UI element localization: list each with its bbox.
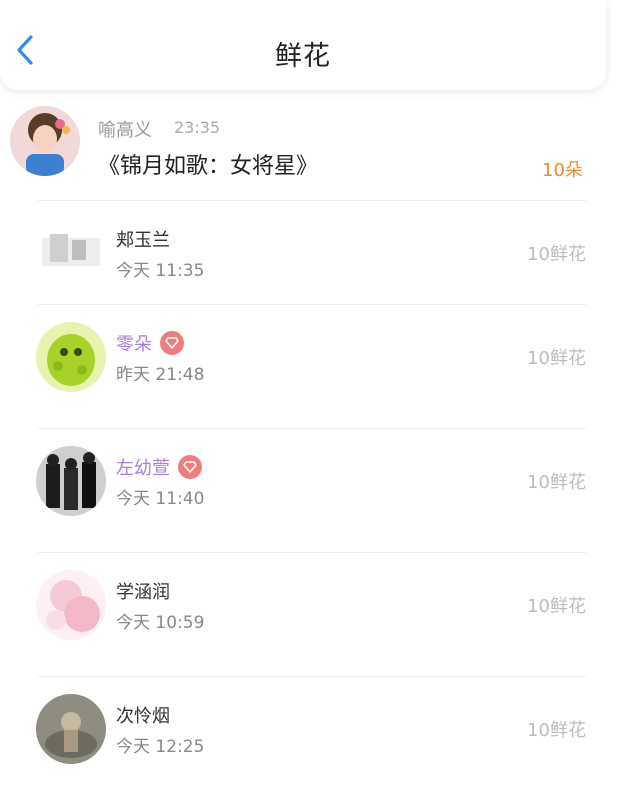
nav-header: 鲜花: [0, 0, 606, 90]
avatar[interactable]: [36, 446, 106, 516]
divider: [38, 428, 586, 429]
divider: [38, 552, 586, 553]
flower-amount: 10鲜花: [527, 244, 586, 265]
user-name[interactable]: 次怜烟: [116, 702, 170, 728]
book-title[interactable]: 《锦月如歌：女将星》: [98, 148, 318, 180]
list-item[interactable]: 学涵润 今天 10:59 10鲜花: [0, 552, 606, 676]
divider: [38, 200, 586, 201]
user-name[interactable]: 学涵润: [116, 578, 170, 604]
timestamp: 今天 11:35: [116, 261, 205, 281]
user-name[interactable]: 左幼萱: [116, 454, 202, 480]
timestamp: 今天 11:40: [116, 489, 205, 509]
flower-amount: 10鲜花: [527, 348, 586, 369]
divider: [38, 304, 586, 305]
list-item[interactable]: 次怜烟 今天 12:25 10鲜花: [0, 676, 606, 800]
timestamp: 今天 12:25: [116, 737, 205, 757]
list-item[interactable]: 零朵 昨天 21:48 10鲜花: [0, 304, 606, 428]
user-name[interactable]: 零朵: [116, 330, 184, 356]
vip-badge-icon: [178, 455, 202, 479]
sender-name[interactable]: 喻高义: [98, 116, 152, 142]
timestamp: 23:35: [174, 118, 221, 137]
avatar[interactable]: [36, 322, 106, 392]
vip-badge-icon: [160, 331, 184, 355]
avatar[interactable]: [36, 694, 106, 764]
timestamp: 昨天 21:48: [116, 365, 205, 385]
flower-amount: 10鲜花: [527, 596, 586, 617]
gift-summary: 喻高义 23:35 《锦月如歌：女将星》 10朵: [0, 100, 606, 190]
user-name[interactable]: 郏玉兰: [116, 226, 170, 252]
flower-amount: 10鲜花: [527, 720, 586, 741]
timestamp: 今天 10:59: [116, 613, 205, 633]
page-title: 鲜花: [275, 41, 331, 72]
flower-count: 10朵: [542, 160, 583, 181]
avatar[interactable]: [10, 106, 80, 176]
divider: [38, 676, 586, 677]
avatar[interactable]: [36, 218, 106, 288]
flower-amount: 10鲜花: [527, 472, 586, 493]
list-item[interactable]: 左幼萱 今天 11:40 10鲜花: [0, 428, 606, 552]
avatar[interactable]: [36, 570, 106, 640]
